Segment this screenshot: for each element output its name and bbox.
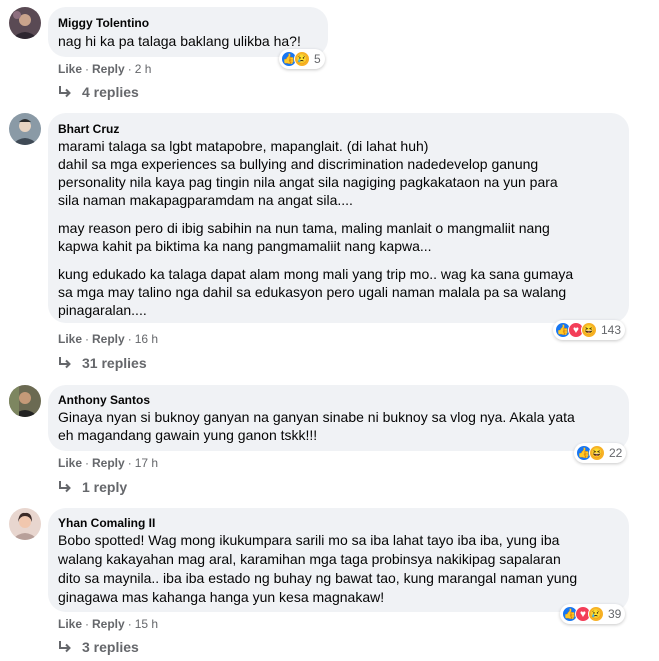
comment-text: dito sa maynila.. iba iba estado ng buha… <box>58 570 578 586</box>
view-replies-link[interactable]: 3 replies <box>58 639 139 655</box>
comment-text: kapwa kahit pa biktima ka nang pangmamal… <box>58 238 432 254</box>
comment-text: sila naman makapagparamdam na angat sila… <box>58 192 353 208</box>
haha-icon: 😆 <box>589 445 605 461</box>
comment-text: nag hi ka pa talaga baklang ulikba ha?! <box>58 33 301 49</box>
comment-text: ginagawa mas kahanga hanga yun kesa magn… <box>58 589 385 605</box>
avatar[interactable] <box>9 385 41 417</box>
reply-button[interactable]: Reply <box>92 62 125 76</box>
replies-count[interactable]: 3 replies <box>82 639 139 655</box>
like-button[interactable]: Like <box>58 617 82 631</box>
reaction-count: 22 <box>609 446 623 460</box>
comment-text: may reason pero di ibig sabihin na nun t… <box>58 220 550 236</box>
comment-text: dahil sa mga experiences sa bullying and… <box>58 156 539 172</box>
comment-author[interactable]: Miggy Tolentino <box>58 16 149 30</box>
comment-author[interactable]: Yhan Comaling II <box>58 516 155 530</box>
comment-text: sa mga may talino nga dahil sa edukasyon… <box>58 284 567 300</box>
comment-author[interactable]: Anthony Santos <box>58 393 150 407</box>
comment-timestamp[interactable]: 15 h <box>135 617 158 631</box>
reaction-summary[interactable]: 👍 😢 5 <box>279 49 325 69</box>
comment-text: walang kakayahan mag aral, karamihan mga… <box>58 551 561 567</box>
comment-actions: Like · Reply · 15 h <box>58 617 159 631</box>
avatar[interactable] <box>9 113 41 145</box>
comment-actions: Like · Reply · 16 h <box>58 332 159 346</box>
view-replies-link[interactable]: 1 reply <box>58 479 127 495</box>
sad-icon: 😢 <box>294 51 310 67</box>
like-button[interactable]: Like <box>58 456 82 470</box>
comment-text: eh magandang gawain yung ganon tskk!!! <box>58 427 318 443</box>
replies-count[interactable]: 4 replies <box>82 84 139 100</box>
comment-text: Ginaya nyan si buknoy ganyan na ganyan s… <box>58 409 575 425</box>
avatar[interactable] <box>9 7 41 39</box>
view-replies-link[interactable]: 4 replies <box>58 84 139 100</box>
comment-text: personality nila kaya pag tingin nila an… <box>58 174 558 190</box>
comment-actions: Like · Reply · 17 h <box>58 456 159 470</box>
comment-actions: Like · Reply · 2 h <box>58 62 152 76</box>
replies-count[interactable]: 31 replies <box>82 355 147 371</box>
comment-text: marami talaga sa lgbt matapobre, mapangl… <box>58 138 429 154</box>
replies-count[interactable]: 1 reply <box>82 479 127 495</box>
reply-arrow-icon <box>59 481 71 493</box>
reaction-count: 5 <box>314 52 321 66</box>
reply-button[interactable]: Reply <box>92 617 125 631</box>
reaction-count: 143 <box>601 323 622 337</box>
reply-arrow-icon <box>59 86 71 98</box>
sad-icon: 😢 <box>588 606 604 622</box>
comment-timestamp[interactable]: 2 h <box>135 62 152 76</box>
reaction-summary[interactable]: 👍 ♥ 😆 143 <box>553 320 626 340</box>
reply-button[interactable]: Reply <box>92 332 125 346</box>
reaction-count: 39 <box>608 607 622 621</box>
comment-text: Bobo spotted! Wag mong ikukumpara sarili… <box>58 532 560 548</box>
reaction-summary[interactable]: 👍 😆 22 <box>574 443 627 463</box>
view-replies-link[interactable]: 31 replies <box>58 355 147 371</box>
comment-text: kung edukado ka talaga dapat alam mong m… <box>58 266 574 282</box>
comment-timestamp[interactable]: 16 h <box>135 332 158 346</box>
comment-timestamp[interactable]: 17 h <box>135 456 158 470</box>
reaction-summary[interactable]: 👍 ♥ 😢 39 <box>560 604 626 624</box>
like-button[interactable]: Like <box>58 62 82 76</box>
avatar[interactable] <box>9 508 41 540</box>
reply-arrow-icon <box>59 641 71 653</box>
haha-icon: 😆 <box>581 322 597 338</box>
comment-text: pinagaralan.... <box>58 302 147 318</box>
comment-author[interactable]: Bhart Cruz <box>58 122 119 136</box>
reply-arrow-icon <box>59 357 71 369</box>
like-button[interactable]: Like <box>58 332 82 346</box>
reply-button[interactable]: Reply <box>92 456 125 470</box>
